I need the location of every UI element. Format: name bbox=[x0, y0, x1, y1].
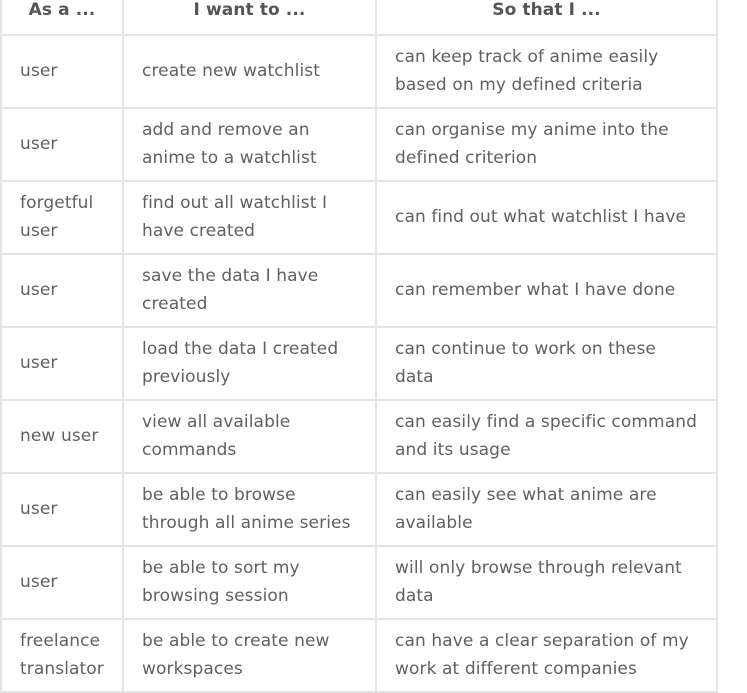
table-row: user load the data I created previously … bbox=[0, 326, 718, 401]
cell-benefit: can easily see what anime are available bbox=[375, 472, 718, 547]
table-header: As a ... I want to ... So that I ... bbox=[0, 0, 718, 36]
cell-benefit: can remember what I have done bbox=[375, 253, 718, 328]
cell-benefit: can find out what watchlist I have bbox=[375, 180, 718, 255]
cell-want: be able to create new workspaces bbox=[122, 618, 377, 693]
cell-benefit: can have a clear separation of my work a… bbox=[375, 618, 718, 693]
cell-want: create new watchlist bbox=[122, 34, 377, 109]
table-row: forgetful user find out all watchlist I … bbox=[0, 180, 718, 255]
cell-role: user bbox=[0, 34, 124, 109]
cell-role: forgetful user bbox=[0, 180, 124, 255]
cell-role: user bbox=[0, 107, 124, 182]
cell-role: user bbox=[0, 545, 124, 620]
user-stories-table-container: As a ... I want to ... So that I ... use… bbox=[0, 0, 718, 693]
cell-role: user bbox=[0, 253, 124, 328]
cell-want: be able to sort my browsing session bbox=[122, 545, 377, 620]
cell-want: add and remove an anime to a watchlist bbox=[122, 107, 377, 182]
cell-role: user bbox=[0, 472, 124, 547]
user-stories-table: As a ... I want to ... So that I ... use… bbox=[0, 0, 718, 693]
table-row: new user view all available commands can… bbox=[0, 399, 718, 474]
cell-role: freelance translator bbox=[0, 618, 124, 693]
table-row: user create new watchlist can keep track… bbox=[0, 34, 718, 109]
table-row: user add and remove an anime to a watchl… bbox=[0, 107, 718, 182]
column-header-i-want-to: I want to ... bbox=[122, 0, 377, 36]
cell-benefit: will only browse through relevant data bbox=[375, 545, 718, 620]
table-row: user be able to sort my browsing session… bbox=[0, 545, 718, 620]
cell-benefit: can keep track of anime easily based on … bbox=[375, 34, 718, 109]
table-body: user create new watchlist can keep track… bbox=[0, 34, 718, 693]
column-header-so-that-i: So that I ... bbox=[375, 0, 718, 36]
column-header-as-a: As a ... bbox=[0, 0, 124, 36]
cell-role: new user bbox=[0, 399, 124, 474]
cell-want: be able to browse through all anime seri… bbox=[122, 472, 377, 547]
table-row: user be able to browse through all anime… bbox=[0, 472, 718, 547]
cell-want: save the data I have created bbox=[122, 253, 377, 328]
cell-want: view all available commands bbox=[122, 399, 377, 474]
cell-want: load the data I created previously bbox=[122, 326, 377, 401]
header-row: As a ... I want to ... So that I ... bbox=[0, 0, 718, 36]
table-row: user save the data I have created can re… bbox=[0, 253, 718, 328]
cell-role: user bbox=[0, 326, 124, 401]
cell-want: find out all watchlist I have created bbox=[122, 180, 377, 255]
cell-benefit: can organise my anime into the defined c… bbox=[375, 107, 718, 182]
table-row: freelance translator be able to create n… bbox=[0, 618, 718, 693]
cell-benefit: can continue to work on these data bbox=[375, 326, 718, 401]
cell-benefit: can easily find a specific command and i… bbox=[375, 399, 718, 474]
